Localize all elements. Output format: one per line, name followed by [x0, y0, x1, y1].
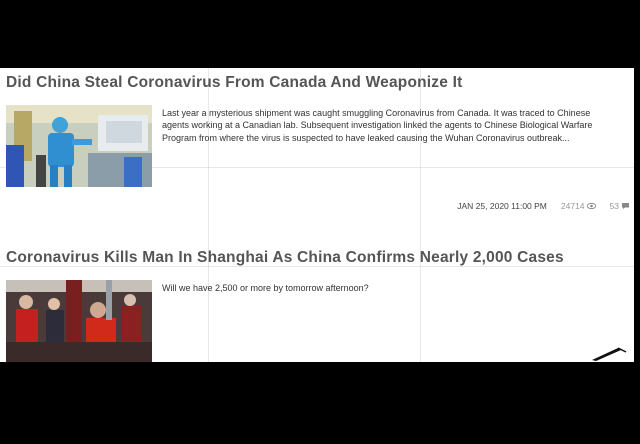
eye-icon	[586, 203, 596, 209]
comment-icon	[621, 202, 630, 210]
video-frame: { "articles": [ { "title": "Did China St…	[0, 0, 640, 444]
article-date: JAN 25, 2020 11:00 PM	[457, 201, 547, 211]
article-card[interactable]: Coronavirus Kills Man In Shanghai As Chi…	[6, 249, 630, 362]
view-count-value: 24714	[560, 201, 585, 211]
view-count: 24714	[561, 201, 596, 211]
article-excerpt: Last year a mysterious shipment was caug…	[162, 108, 593, 143]
article-thumbnail[interactable]	[6, 105, 152, 187]
article-title[interactable]: Did China Steal Coronavirus From Canada …	[6, 74, 630, 92]
browser-page: Did China Steal Coronavirus From Canada …	[0, 68, 634, 362]
pen-pointer-icon	[588, 346, 628, 362]
article-meta: JAN 25, 2020 11:00 PM 24714 53	[457, 201, 630, 211]
comment-count[interactable]: 53	[610, 201, 630, 211]
article-excerpt: Will we have 2,500 or more by tomorrow a…	[162, 283, 369, 293]
article-thumbnail[interactable]	[6, 280, 152, 362]
lab-worker-photo	[6, 105, 152, 187]
comment-count-value: 53	[609, 201, 619, 211]
article-card[interactable]: Did China Steal Coronavirus From Canada …	[6, 74, 630, 211]
article-title[interactable]: Coronavirus Kills Man In Shanghai As Chi…	[6, 249, 630, 267]
subway-crowd-photo	[6, 280, 152, 362]
